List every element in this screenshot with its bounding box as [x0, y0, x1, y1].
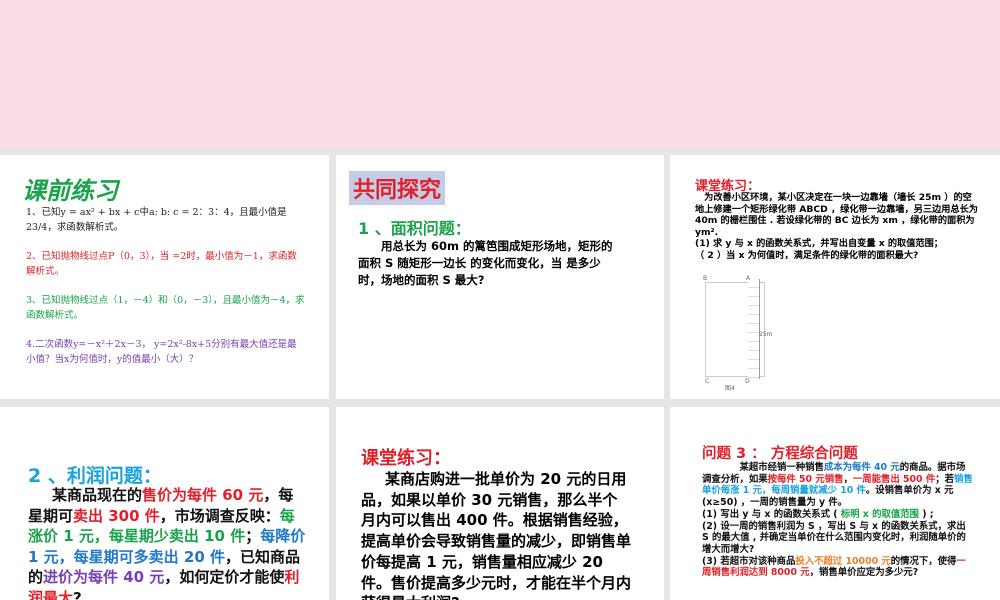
- text-segment: 按每件 50 元销售: [767, 473, 844, 485]
- problem-text: 用总长为 60m 的篱笆围成矩形场地，矩形的面积 S 随矩形一边长 的变化而变化…: [358, 239, 613, 287]
- exercise-2: 2、已知抛物线过点P（0，3），当 =2时，最小值为－1，求函数解析式。: [26, 251, 297, 277]
- text-segment: ，如何定价才能使: [164, 568, 285, 586]
- exercise-4: 4.二次函数y=－x²＋2x－3， y=2x²-8x+5分别有最大值还是最小值？…: [26, 339, 297, 365]
- text-segment: 的情况下，使得: [890, 555, 957, 567]
- label-a: A: [746, 275, 751, 282]
- slide-title: 问题 3 ： 方程综合问题: [702, 446, 858, 462]
- label-d: D: [745, 378, 750, 385]
- text-segment: 某超市经销一种销售: [702, 462, 824, 473]
- problem-text: 某商店购进一批单价为 20 元的日用品，如果以单价 30 元销售，那么半个月内可…: [361, 470, 632, 600]
- label-c: C: [705, 378, 710, 385]
- question-1: (1) 求 y 与 x 的函数关系式，并写出自变量 x 的取值范围；: [695, 238, 943, 250]
- slide-title: 共同探究: [349, 171, 446, 205]
- wall-figure: [748, 279, 760, 379]
- slide-title: 课堂练习：: [361, 448, 451, 469]
- text-segment: 一周能售出 500 件: [852, 473, 936, 485]
- slide-thumbnail-profit-problem[interactable]: 2 、利润问题： 某商品现在的售价为每件 60 元，每星期可卖出 300 件，市…: [0, 407, 329, 600]
- problem-statement: 为改善小区环境，某小区决定在一块一边靠墙（墙长 25m ）的空地上修建一个矩形绿…: [695, 192, 978, 238]
- exercise-3: 3、已知抛物线过点（1，－4）和（0，－3），且最小值为－4，求函数解析式。: [26, 295, 305, 321]
- exercise-list: 1、已知y = ax² + bx + c中a: b: c = 2：3：4，且最小…: [26, 205, 306, 381]
- slide-thumbnail-class-exercise-profit[interactable]: 课堂练习： 某商店购进一批单价为 20 元的日用品，如果以单价 30 元销售，那…: [336, 407, 664, 600]
- text-segment: 投入不超过 10000 元: [795, 555, 891, 567]
- text-segment: ?: [73, 588, 82, 600]
- label-b: B: [703, 275, 708, 282]
- slide-subtitle: 1 、面积问题：: [358, 219, 471, 238]
- problem-text: 某商品现在的售价为每件 60 元，每星期可卖出 300 件，市场调查反映：每涨价…: [28, 485, 306, 600]
- text-segment: ，市场调查反映：: [159, 506, 280, 525]
- text-segment: 标明 x 的取值范围: [840, 508, 919, 520]
- slide-thumbnail-joint-exploration[interactable]: 共同探究 1 、面积问题： 用总长为 60m 的篱笆围成矩形场地，矩形的面积 S…: [336, 155, 664, 399]
- question-2: （ 2 ）当 x 为何值时，满足条件的绿化带的面积最大?: [695, 249, 919, 261]
- text-segment: 进价为每件 40 元: [43, 568, 165, 586]
- text-segment: 某商品现在的: [52, 486, 143, 504]
- figure-caption: 图4: [725, 385, 735, 392]
- label-wall-length: 25m: [759, 331, 773, 338]
- slide-thumbnail-problem-3[interactable]: 问题 3 ： 方程综合问题 某超市经销一种销售成本为每件 40 元的商品。据市场…: [670, 407, 1000, 600]
- slide-thumbnail-pre-class-exercise[interactable]: 课前练习 1、已知y = ax² + bx + c中a: b: c = 2：3：…: [0, 155, 329, 399]
- text-segment: ，: [843, 473, 853, 485]
- text-segment: ，销售单价应定为多少元?: [809, 567, 919, 579]
- slide-thumbnail-class-exercise-area[interactable]: 课堂练习： 为改善小区环境，某小区决定在一块一边靠墙（墙长 25m ）的空地上修…: [670, 155, 1000, 399]
- problem-text: 某超市经销一种销售成本为每件 40 元的商品。据市场调查分析，如果按每件 50 …: [702, 462, 974, 579]
- text-segment: 卖出 300 件: [73, 506, 160, 525]
- slide-title: 课前练习: [22, 177, 118, 205]
- text-segment: ；: [245, 527, 261, 545]
- text-segment: 成本为每件 40 元: [823, 462, 900, 473]
- problem-text: 为改善小区环境，某小区决定在一块一边靠墙（墙长 25m ）的空地上修建一个矩形绿…: [695, 192, 980, 262]
- text-segment: 售价为每件 60 元: [142, 486, 264, 504]
- slide-subtitle: 2 、利润问题：: [28, 465, 162, 487]
- header-band: [0, 0, 1000, 149]
- text-segment: ；若: [935, 473, 954, 485]
- exercise-1: 1、已知y = ax² + bx + c中a: b: c = 2：3：4，且最小…: [26, 207, 287, 233]
